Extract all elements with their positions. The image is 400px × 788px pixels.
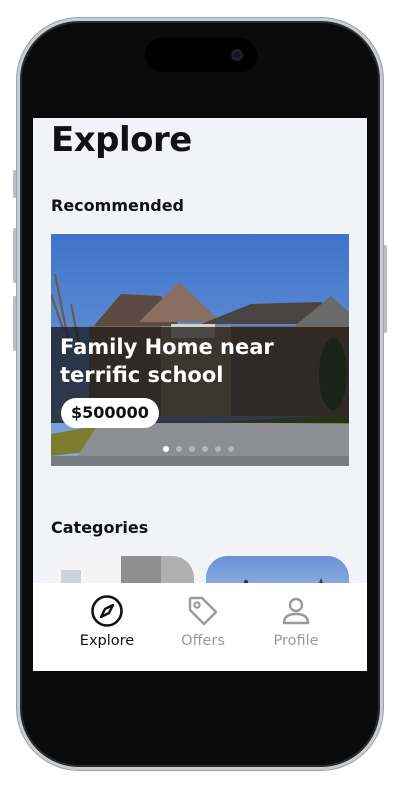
camera-icon: [231, 49, 243, 61]
recommended-heading: Recommended: [51, 196, 184, 215]
carousel-dot[interactable]: [163, 446, 169, 452]
tab-label: Offers: [181, 633, 225, 649]
carousel-dot[interactable]: [215, 446, 221, 452]
app-screen: Explore Recommended Family Home near ter…: [33, 118, 367, 671]
carousel-dots: [163, 446, 234, 452]
compass-icon: [91, 595, 123, 627]
card-title: Family Home near terrific school: [60, 335, 274, 387]
categories-heading: Categories: [51, 518, 149, 537]
dynamic-island: [145, 38, 257, 72]
recommended-card[interactable]: Family Home near terrific school $500000: [51, 234, 349, 466]
tab-profile[interactable]: Profile: [251, 593, 341, 649]
carousel-dot[interactable]: [228, 446, 234, 452]
page-title: Explore: [51, 120, 192, 160]
carousel-dot[interactable]: [176, 446, 182, 452]
price-badge: $500000: [61, 398, 159, 428]
tab-offers[interactable]: Offers: [158, 593, 248, 649]
user-icon: [282, 597, 310, 625]
carousel-dot[interactable]: [189, 446, 195, 452]
carousel-dot[interactable]: [202, 446, 208, 452]
tab-label: Profile: [273, 633, 319, 649]
tag-icon: [188, 596, 218, 626]
tab-bar: Explore Offers Profile: [33, 583, 367, 671]
tab-explore[interactable]: Explore: [62, 593, 152, 649]
tab-label: Explore: [79, 633, 135, 649]
